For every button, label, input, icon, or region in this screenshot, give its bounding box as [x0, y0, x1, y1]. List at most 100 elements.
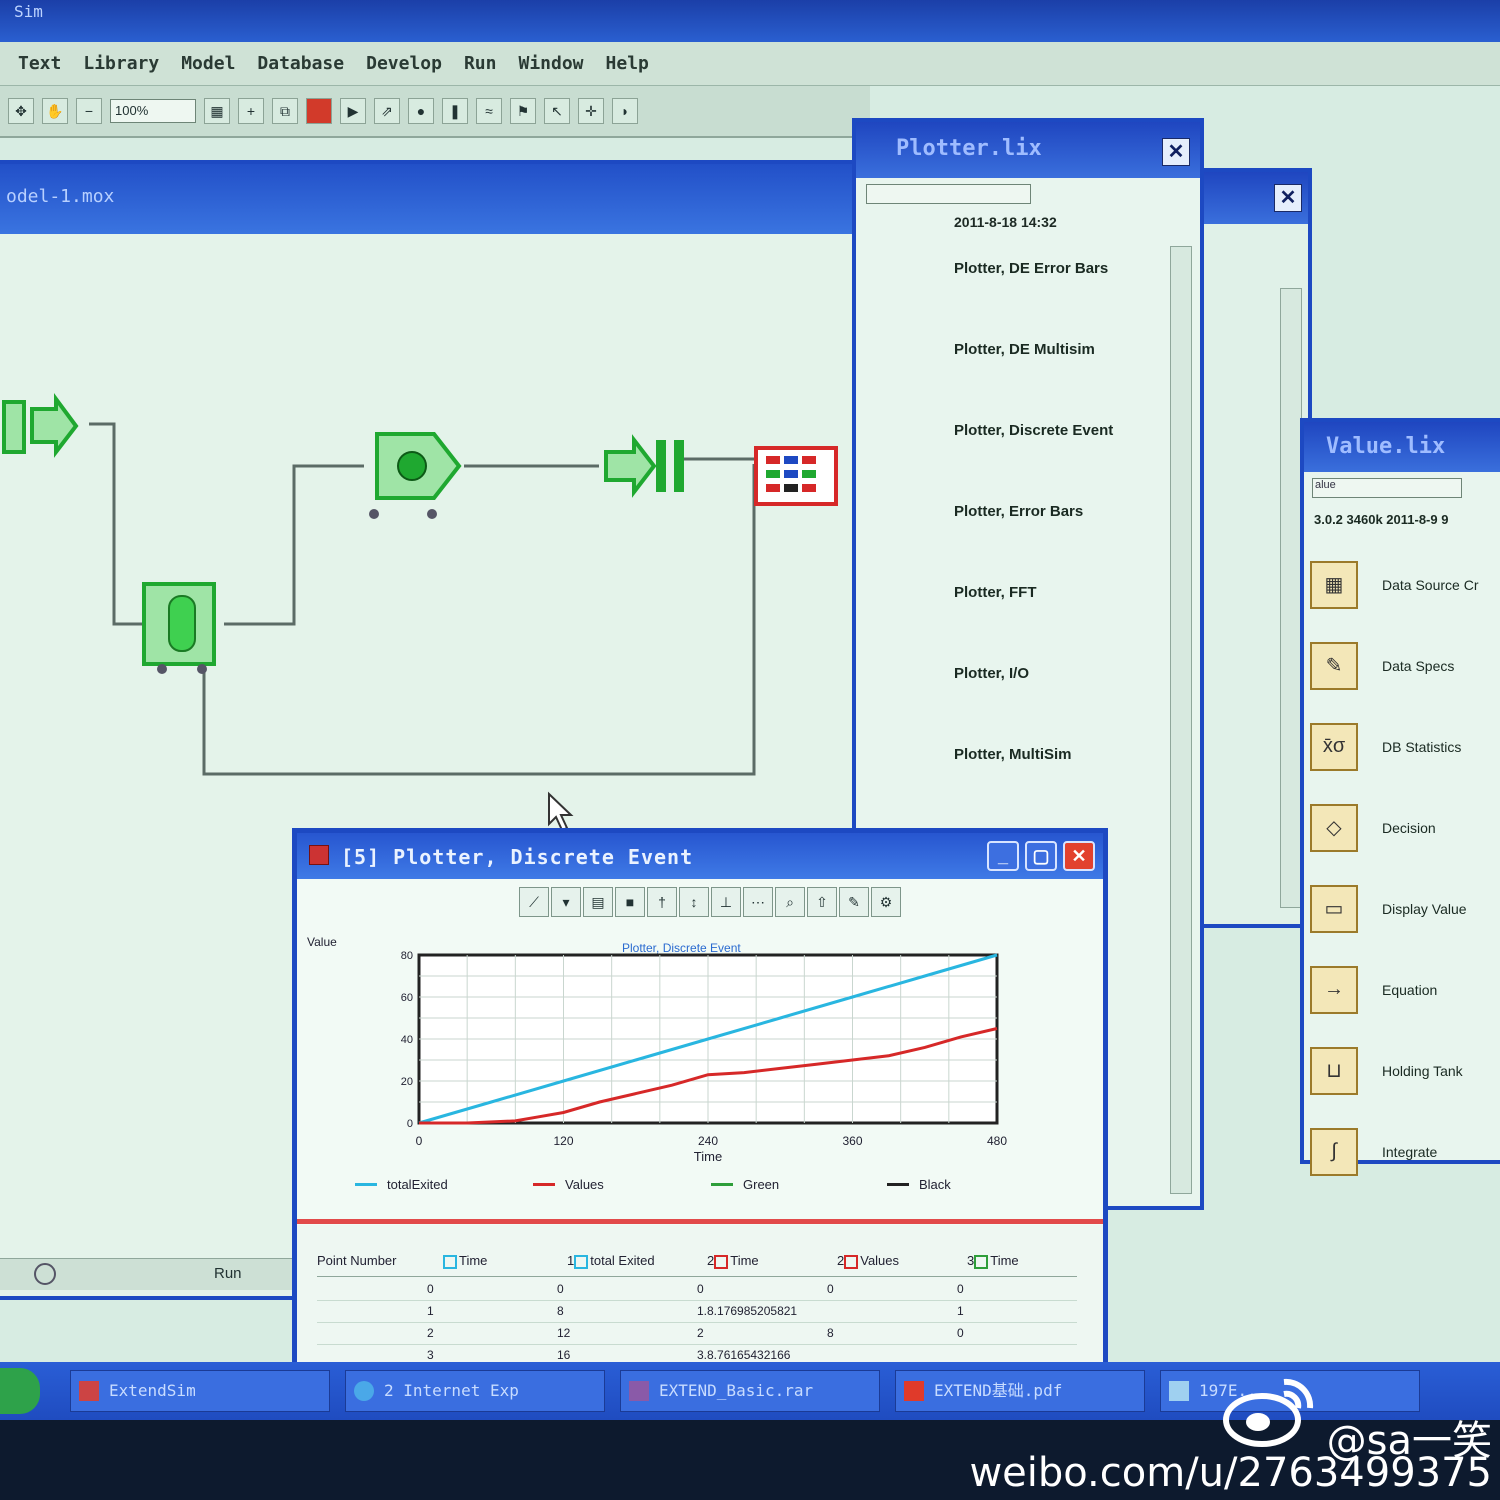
library-dropdown[interactable] — [866, 184, 1031, 204]
screen: Sim Text Library Model Database Develop … — [0, 0, 1500, 1420]
plotter-toolbar: ⟋ ▾ ▤ ■ † ↕ ⊥ ⋯ ⌕ ⇧ ✎ ⚙ — [519, 887, 901, 917]
menu-develop[interactable]: Develop — [366, 53, 442, 74]
record-icon[interactable]: ● — [408, 98, 434, 124]
column-prefix: 3 — [967, 1253, 975, 1268]
plot-area[interactable]: 0 120 240 360 480 0 20 40 60 80 Time — [381, 943, 1021, 1173]
column-header: Point Number — [317, 1253, 397, 1268]
stop-icon[interactable] — [306, 98, 332, 124]
trace-icon[interactable]: ⟋ — [519, 887, 549, 917]
zoom-icon[interactable]: ⌕ — [775, 887, 805, 917]
animation-icon[interactable]: ≈ — [476, 98, 502, 124]
library-item[interactable]: Plotter, FFT — [954, 584, 1184, 665]
menu-bar: Text Library Model Database Develop Run … — [0, 42, 1500, 86]
close-icon[interactable]: ✕ — [1274, 184, 1302, 212]
connection-line — [224, 464, 364, 626]
value-item[interactable]: ∫ Integrate — [1310, 1111, 1500, 1192]
plotter-library-scrollbar[interactable] — [1170, 246, 1192, 1194]
library-window-2: ✕ — [1196, 168, 1312, 928]
settings-icon[interactable]: ⚙ — [871, 887, 901, 917]
move-tool-icon[interactable]: ✥ — [8, 98, 34, 124]
menu-model[interactable]: Model — [181, 53, 235, 74]
pointer-icon[interactable]: ↖ — [544, 98, 570, 124]
library-item[interactable]: Plotter, DE Error Bars — [954, 260, 1184, 341]
table-cell: 16 — [557, 1348, 571, 1362]
menu-database[interactable]: Database — [257, 53, 344, 74]
value-item[interactable]: ⊔ Holding Tank — [1310, 1030, 1500, 1111]
grid-icon[interactable]: ▦ — [204, 98, 230, 124]
minimize-icon[interactable]: _ — [987, 841, 1019, 871]
library-item[interactable]: Plotter, I/O — [954, 665, 1184, 746]
library-item[interactable]: Plotter, Discrete Event — [954, 422, 1184, 503]
link-icon[interactable]: ⧉ — [272, 98, 298, 124]
task-extendsim[interactable]: ExtendSim — [70, 1370, 330, 1412]
value-item[interactable]: → Equation — [1310, 949, 1500, 1030]
value-library-dropdown[interactable]: alue — [1312, 478, 1462, 498]
app-title: Sim — [14, 2, 43, 21]
table-cell: 8 — [557, 1304, 564, 1318]
plot-table-splitter[interactable] — [297, 1219, 1103, 1224]
checkbox-icon[interactable] — [974, 1254, 989, 1269]
library-2-scrollbar[interactable] — [1280, 288, 1302, 908]
library-item[interactable]: Plotter, Error Bars — [954, 503, 1184, 584]
close-icon[interactable]: ✕ — [1063, 841, 1095, 871]
model-status-bar: Run — [0, 1258, 294, 1290]
value-item[interactable]: x̄σ DB Statistics — [1310, 706, 1500, 787]
close-icon[interactable]: ✕ — [1162, 138, 1190, 166]
menu-library[interactable]: Library — [83, 53, 159, 74]
table-cell: 0 — [427, 1282, 434, 1296]
marker-icon[interactable]: ⋯ — [743, 887, 773, 917]
table-cell: 3.8.76165432166 — [697, 1348, 791, 1362]
checkbox-icon[interactable] — [844, 1254, 859, 1269]
plot-format-icon[interactable]: ▾ — [551, 887, 581, 917]
task-internet-explorer[interactable]: 2 Internet Exp — [345, 1370, 605, 1412]
equation-icon: → — [1310, 965, 1358, 1014]
checkbox-icon[interactable] — [443, 1254, 457, 1269]
maximize-icon[interactable]: ▢ — [1025, 841, 1057, 871]
plotter-app-icon — [309, 845, 329, 865]
zoom-field[interactable]: 100% — [110, 99, 196, 123]
plotter-library-list: Plotter, DE Error Bars Plotter, DE Multi… — [954, 260, 1184, 827]
debug-icon[interactable]: ⚑ — [510, 98, 536, 124]
menu-help[interactable]: Help — [606, 53, 649, 74]
value-item[interactable]: ▭ Display Value — [1310, 868, 1500, 949]
pause-icon[interactable]: ❚ — [442, 98, 468, 124]
table-cell: 2 — [697, 1326, 704, 1340]
menu-run[interactable]: Run — [464, 53, 497, 74]
table-cell: 0 — [557, 1282, 564, 1296]
column-header: 2 Values — [837, 1253, 899, 1269]
scale-icon[interactable]: ↕ — [679, 887, 709, 917]
library-item[interactable]: Plotter, MultiSim — [954, 746, 1184, 827]
color-icon[interactable]: ■ — [615, 887, 645, 917]
watermark-url: weibo.com/u/2763499375 — [969, 1450, 1492, 1496]
checkbox-icon[interactable] — [714, 1254, 729, 1269]
checkbox-icon[interactable] — [574, 1254, 589, 1269]
task-label: EXTEND_Basic.rar — [659, 1381, 814, 1400]
export-icon[interactable]: ⇧ — [807, 887, 837, 917]
value-item-label: Equation — [1382, 981, 1438, 998]
legend-item: Black — [887, 1177, 951, 1192]
task-extend-pdf[interactable]: EXTEND基础.pdf — [895, 1370, 1145, 1412]
menu-text[interactable]: Text — [18, 53, 61, 74]
value-item[interactable]: ◇ Decision — [1310, 787, 1500, 868]
connect-icon[interactable]: + — [238, 98, 264, 124]
axis-icon[interactable]: ⊥ — [711, 887, 741, 917]
paint-icon[interactable]: ◗ — [612, 98, 638, 124]
column-prefix: 1 — [567, 1253, 575, 1268]
table-cell: 0 — [697, 1282, 704, 1296]
pan-tool-icon[interactable]: ✋ — [42, 98, 68, 124]
library-item[interactable]: Plotter, DE Multisim — [954, 341, 1184, 422]
pen-icon[interactable]: ✎ — [839, 887, 869, 917]
menu-window[interactable]: Window — [518, 53, 583, 74]
task-extend-basic[interactable]: EXTEND_Basic.rar — [620, 1370, 880, 1412]
run-icon[interactable]: ▶ — [340, 98, 366, 124]
value-library-list: ▦ Data Source Cr ✎ Data Specs x̄σ DB Statis… — [1310, 544, 1500, 1192]
step-icon[interactable]: ⇗ — [374, 98, 400, 124]
value-item[interactable]: ▦ Data Source Cr — [1310, 544, 1500, 625]
start-button[interactable] — [0, 1368, 40, 1414]
zoom-out-icon[interactable]: − — [76, 98, 102, 124]
data-source-icon: ▦ — [1310, 560, 1358, 609]
pin-icon[interactable]: † — [647, 887, 677, 917]
crosshair-icon[interactable]: ✛ — [578, 98, 604, 124]
table-icon[interactable]: ▤ — [583, 887, 613, 917]
value-item[interactable]: ✎ Data Specs — [1310, 625, 1500, 706]
